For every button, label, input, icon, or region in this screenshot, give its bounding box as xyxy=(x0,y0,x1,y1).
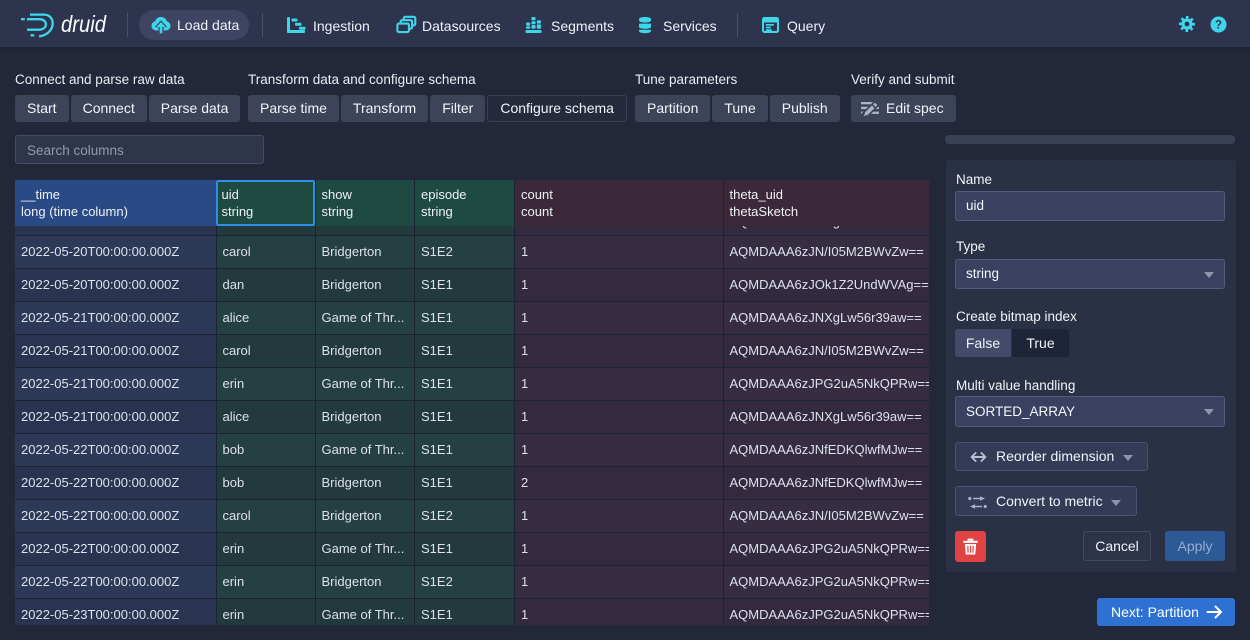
svg-text:?: ? xyxy=(1215,19,1222,31)
